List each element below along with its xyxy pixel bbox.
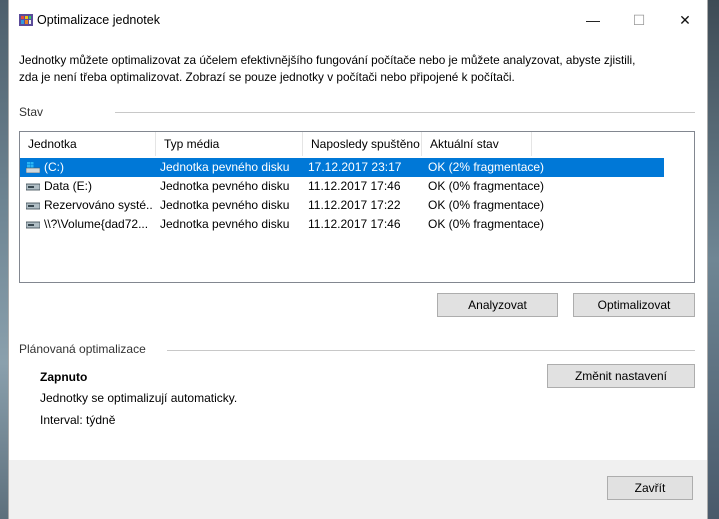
description-text: Jednotky můžete optimalizovat za účelem … (19, 52, 689, 86)
column-header-status[interactable]: Aktuální stav (422, 132, 532, 156)
hard-drive-icon (26, 221, 40, 229)
cell-last-run: 11.12.2017 17:46 (308, 179, 401, 193)
status-separator (115, 112, 695, 113)
scheduled-group-label: Plánovaná optimalizace (19, 342, 146, 356)
scheduled-interval: Interval: týdně (40, 413, 116, 427)
cell-status: OK (2% fragmentace) (428, 160, 545, 174)
close-button[interactable]: Zavřít (607, 476, 693, 500)
cell-media-type: Jednotka pevného disku (160, 179, 290, 193)
cell-drive: Data (E:) (44, 179, 93, 193)
close-icon: ✕ (679, 12, 691, 28)
cell-status: OK (0% fragmentace) (428, 179, 545, 193)
maximize-button[interactable]: ☐ (616, 0, 662, 40)
change-settings-button[interactable]: Změnit nastavení (547, 364, 695, 388)
cell-last-run: 11.12.2017 17:46 (308, 217, 401, 231)
description-line-1: Jednotky můžete optimalizovat za účelem … (19, 53, 636, 67)
table-row[interactable]: (C:) Jednotka pevného disku 17.12.2017 2… (20, 158, 664, 177)
cell-media-type: Jednotka pevného disku (160, 160, 290, 174)
dialog-footer: Zavřít (9, 460, 707, 519)
cell-last-run: 17.12.2017 23:17 (308, 160, 402, 174)
list-header: Jednotka Typ média Naposledy spuštěno Ak… (20, 132, 694, 156)
analyze-button[interactable]: Analyzovat (437, 293, 558, 317)
table-row[interactable]: Data (E:) Jednotka pevného disku 11.12.2… (20, 177, 664, 196)
table-row[interactable]: Rezervováno systé... Jednotka pevného di… (20, 196, 664, 215)
status-group-label: Stav (19, 105, 44, 119)
table-row[interactable]: \\?\Volume{dad72... Jednotka pevného dis… (20, 215, 664, 234)
cell-drive: \\?\Volume{dad72... (44, 217, 149, 231)
window-title: Optimalizace jednotek (37, 13, 160, 27)
defrag-app-icon (19, 14, 33, 26)
column-header-last-run[interactable]: Naposledy spuštěno (303, 132, 422, 156)
description-line-2: zda je není třeba optimalizovat. Zobrazí… (19, 70, 515, 84)
scheduled-description: Jednotky se optimalizují automaticky. (40, 391, 238, 405)
cell-status: OK (0% fragmentace) (428, 217, 545, 231)
cell-media-type: Jednotka pevného disku (160, 198, 290, 212)
cell-status: OK (0% fragmentace) (428, 198, 545, 212)
windows-drive-icon (26, 162, 40, 173)
optimize-button[interactable]: Optimalizovat (573, 293, 695, 317)
main-content: Jednotky můžete optimalizovat za účelem … (9, 40, 707, 460)
minimize-button[interactable]: — (570, 0, 616, 40)
column-header-drive[interactable]: Jednotka (20, 132, 156, 156)
cell-media-type: Jednotka pevného disku (160, 217, 290, 231)
optimize-drives-window: Optimalizace jednotek — ☐ ✕ Jednotky můž… (8, 0, 708, 519)
hard-drive-icon (26, 202, 40, 210)
close-window-button[interactable]: ✕ (662, 0, 708, 40)
desktop-background-left (0, 0, 8, 519)
maximize-icon: ☐ (632, 12, 646, 28)
column-header-media-type[interactable]: Typ média (156, 132, 303, 156)
scheduled-separator (167, 350, 695, 351)
minimize-icon: — (586, 12, 600, 28)
drives-list[interactable]: Jednotka Typ média Naposledy spuštěno Ak… (19, 131, 695, 283)
title-bar[interactable]: Optimalizace jednotek — ☐ ✕ (9, 0, 707, 40)
hard-drive-icon (26, 183, 40, 191)
desktop-background-right (708, 0, 719, 519)
cell-drive: Rezervováno systé... (44, 198, 152, 212)
scheduled-state: Zapnuto (40, 370, 88, 384)
cell-last-run: 11.12.2017 17:22 (308, 198, 401, 212)
cell-drive: (C:) (44, 160, 64, 174)
